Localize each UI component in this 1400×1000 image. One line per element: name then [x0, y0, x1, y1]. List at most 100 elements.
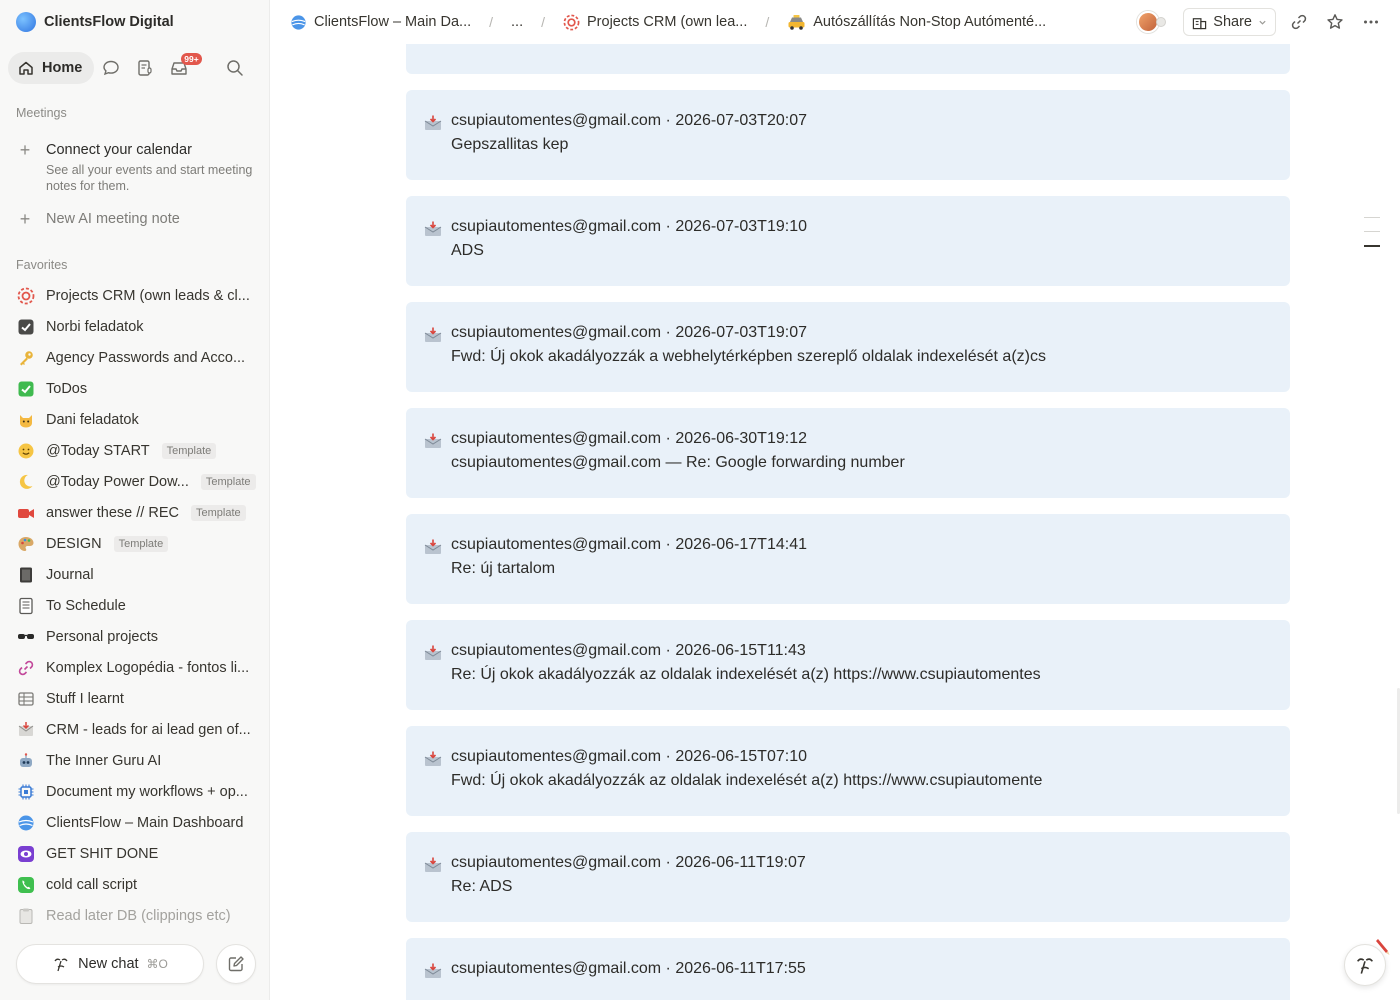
favorite-item[interactable]: @Today START Template	[16, 435, 262, 466]
key-icon	[16, 348, 36, 368]
email-subject: Re: Új okok akadályozzák az oldalak inde…	[451, 666, 1041, 683]
breadcrumb-item[interactable]: Autószállítás Non-Stop Autómenté...	[787, 14, 1046, 31]
email-entry[interactable]: csupiautomentes@gmail.com · 2026-07-03T1…	[406, 302, 1290, 392]
email-entry[interactable]: csupiautomentes@gmail.com · 2026-06-15T0…	[406, 726, 1290, 816]
email-entry[interactable]: csupiautomentes@gmail.com · 2026-06-15T1…	[406, 620, 1290, 710]
email-entry[interactable]: csupiautomentes@gmail.com · 2026-07-03T2…	[406, 90, 1290, 180]
table-of-contents-minimap[interactable]	[1364, 217, 1380, 260]
favorite-item[interactable]: Personal projects	[16, 621, 262, 652]
favorite-item[interactable]: DESIGN Template	[16, 528, 262, 559]
robot-icon	[16, 751, 36, 771]
avatar[interactable]	[1137, 11, 1167, 33]
breadcrumb-item[interactable]: Projects CRM (own lea...	[563, 14, 747, 31]
sidebar-toolbar: Home 99+	[8, 52, 262, 84]
sidebar-bottom-bar: New chat ⌘O	[16, 943, 256, 985]
breadcrumb-item[interactable]: ...	[511, 14, 523, 30]
favorite-item[interactable]: ToDos	[16, 373, 262, 404]
email-meta: csupiautomentes@gmail.com · 2026-07-03T1…	[451, 324, 807, 341]
favorite-label: @Today START	[46, 442, 150, 459]
favorite-item[interactable]: Read later DB (clippings etc)	[16, 900, 262, 931]
favorites-list: Projects CRM (own leads & cl... Norbi fe…	[16, 280, 262, 931]
email-entry[interactable]: csupiautomentes@gmail.com · 2026-06-30T1…	[406, 408, 1290, 498]
favorite-item[interactable]: Stuff I learnt	[16, 683, 262, 714]
inbox-tray-icon	[424, 539, 442, 555]
page-content: csupiautomentes@gmail.com · 2026-07-12T1…	[271, 44, 1400, 1000]
share-label: Share	[1213, 14, 1252, 30]
building-icon	[1193, 17, 1207, 29]
email-meta: csupiautomentes@gmail.com · 2026-07-03T1…	[451, 218, 807, 235]
connect-calendar[interactable]: + Connect your calendar See all your eve…	[16, 140, 256, 194]
favorite-item[interactable]: GET SHIT DONE	[16, 838, 262, 869]
more-options-button[interactable]	[1358, 9, 1384, 35]
pencil-icon	[1376, 939, 1390, 955]
favorite-item[interactable]: Norbi feladatok	[16, 311, 262, 342]
phone-icon	[16, 875, 36, 895]
email-meta: csupiautomentes@gmail.com · 2026-06-17T1…	[451, 536, 807, 553]
favorite-item[interactable]: To Schedule	[16, 590, 262, 621]
search-icon	[227, 60, 243, 76]
inbox-badge: 99+	[181, 53, 202, 65]
email-entry[interactable]: csupiautomentes@gmail.com · 2026-06-11T1…	[406, 938, 1290, 1000]
compose-icon	[228, 956, 244, 972]
new-chat-button[interactable]: New chat ⌘O	[16, 944, 204, 984]
favorite-item[interactable]: answer these // REC Template	[16, 497, 262, 528]
favorite-label: Agency Passwords and Acco...	[46, 349, 246, 366]
breadcrumb-label: ClientsFlow – Main Da...	[314, 14, 472, 30]
favorites-heading: Favorites	[16, 258, 68, 272]
home-button[interactable]: Home	[8, 52, 95, 84]
presence-dot	[1156, 17, 1167, 27]
email-meta: csupiautomentes@gmail.com · 2026-06-11T1…	[451, 960, 806, 977]
favorite-label: CRM - leads for ai lead gen of...	[46, 721, 251, 738]
favorite-label: ToDos	[46, 380, 88, 397]
workspace-switcher[interactable]: ClientsFlow Digital	[16, 11, 174, 33]
email-entry[interactable]: csupiautomentes@gmail.com · 2026-06-11T1…	[406, 832, 1290, 922]
breadcrumb-label: Autószállítás Non-Stop Autómenté...	[813, 14, 1047, 30]
meetings-heading: Meetings	[16, 106, 67, 120]
favorite-item[interactable]: Document my workflows + op...	[16, 776, 262, 807]
ai-assistant-button[interactable]	[1344, 939, 1390, 986]
favorite-button[interactable]	[1322, 9, 1348, 35]
favorite-item[interactable]: ClientsFlow – Main Dashboard	[16, 807, 262, 838]
check-icon	[16, 379, 36, 399]
share-button[interactable]: Share	[1183, 8, 1276, 36]
email-entry[interactable]: csupiautomentes@gmail.com · 2026-07-03T1…	[406, 196, 1290, 286]
favorite-item[interactable]: Agency Passwords and Acco...	[16, 342, 262, 373]
search-button[interactable]	[218, 52, 252, 84]
table-icon	[16, 689, 36, 709]
meeting-notes-button[interactable]	[128, 52, 162, 84]
breadcrumb-item[interactable]: ClientsFlow – Main Da...	[290, 14, 471, 31]
inbox-tray-icon	[424, 115, 442, 131]
more-horizontal-icon	[1364, 20, 1378, 24]
favorite-item[interactable]: CRM - leads for ai lead gen of...	[16, 714, 262, 745]
email-subject: Fwd: Új okok akadályozzák az oldalak ind…	[451, 772, 1043, 789]
inbox-tray-icon	[424, 221, 442, 237]
target-icon	[563, 14, 580, 30]
favorite-item[interactable]: @Today Power Dow... Template	[16, 466, 262, 497]
email-subject: Re: új tartalom	[451, 560, 556, 577]
template-tag: Template	[161, 442, 217, 459]
toc-line-active	[1364, 245, 1380, 247]
eye-icon	[16, 844, 36, 864]
email-entry[interactable]: csupiautomentes@gmail.com · 2026-07-12T1…	[406, 44, 1290, 74]
favorite-item[interactable]: The Inner Guru AI	[16, 745, 262, 776]
inbox-button[interactable]: 99+	[162, 52, 202, 84]
chat-button[interactable]	[94, 52, 128, 84]
favorite-item[interactable]: Projects CRM (own leads & cl...	[16, 280, 262, 311]
sidebar: ClientsFlow Digital Home 99+ Meetings + …	[0, 0, 270, 1000]
favorite-label: To Schedule	[46, 597, 126, 614]
inbox-tray-icon	[424, 433, 442, 449]
favorite-item[interactable]: Komplex Logopédia - fontos li...	[16, 652, 262, 683]
copy-link-button[interactable]	[1286, 9, 1312, 35]
toc-line	[1364, 217, 1380, 218]
email-meta: csupiautomentes@gmail.com · 2026-06-15T1…	[451, 642, 806, 659]
compose-button[interactable]	[216, 944, 256, 984]
favorite-item[interactable]: Journal	[16, 559, 262, 590]
new-ai-meeting-note[interactable]: + New AI meeting note	[16, 208, 180, 230]
topbar-actions: Share	[1137, 8, 1384, 36]
email-entry[interactable]: csupiautomentes@gmail.com · 2026-06-17T1…	[406, 514, 1290, 604]
link-icon	[16, 658, 36, 678]
favorite-item[interactable]: cold call script	[16, 869, 262, 900]
favorite-item[interactable]: Dani feladatok	[16, 404, 262, 435]
home-label: Home	[42, 60, 83, 76]
topbar: ClientsFlow – Main Da... / ... / Project…	[270, 0, 1400, 44]
